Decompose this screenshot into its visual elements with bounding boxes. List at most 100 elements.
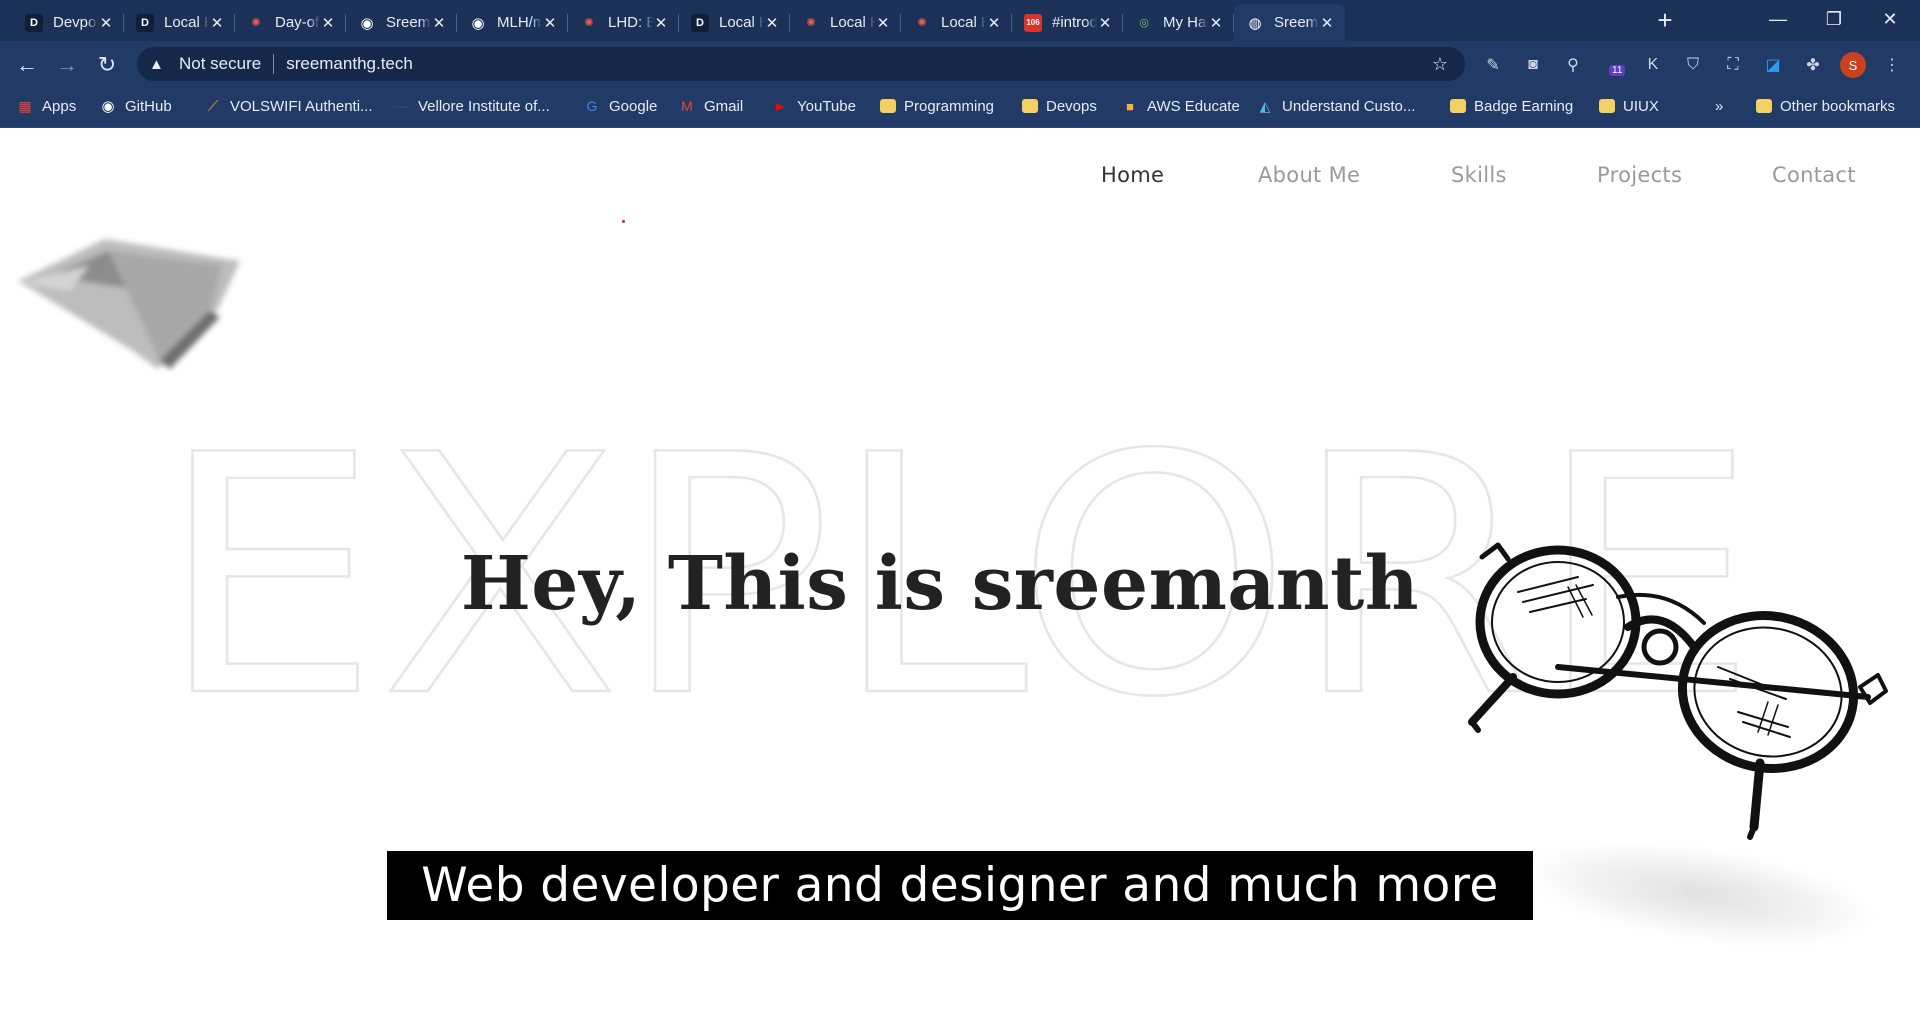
screenshot-extension-icon[interactable]: ⛶ [1721,53,1745,77]
mlh-icon: ✺ [251,17,261,29]
bookmarks-overflow-button[interactable]: » [1715,88,1723,124]
glasses-illustration [1468,542,1888,840]
bookmark-item[interactable]: Programming [880,88,994,124]
bookmark-item[interactable]: ■ AWS Educate [1121,88,1240,124]
bookmark-item[interactable]: ◭ Understand Custo... [1256,88,1416,124]
browser-tab[interactable]: ✺ LHD: Build✕ [568,4,679,41]
bookmark-label: Apps [42,97,77,115]
vit-icon: ― [393,97,409,115]
bookmark-label: VOLSWIFI Authenti... [230,97,373,115]
tab-close-icon[interactable]: ✕ [431,14,447,32]
tab-close-icon[interactable]: ✕ [875,14,891,32]
browser-tab[interactable]: ◉ Sreemanth✕ [346,4,457,41]
browser-tab[interactable]: D Devpost✕ [13,4,124,41]
bookmark-item[interactable]: ▶ YouTube [771,88,856,124]
gmail-icon: M [681,98,693,114]
bookmark-label: Gmail [704,97,744,115]
bookmark-item[interactable]: G Google [583,88,658,124]
close-window-button[interactable]: ✕ [1862,0,1918,41]
bookmark-item[interactable]: ― Vellore Institute of... [392,88,550,124]
github-icon: ◉ [101,98,115,115]
pen-extension-icon[interactable]: ✎ [1481,53,1505,77]
browser-tab[interactable]: ✺ Local Hack✕ [901,4,1012,41]
other-bookmarks[interactable]: Other bookmarks [1756,88,1895,124]
red-dot-decoration [622,220,625,223]
bookmark-item[interactable]: ◉ GitHub [99,88,171,124]
forward-button[interactable]: → [52,50,82,80]
other-bookmarks-label: Other bookmarks [1780,97,1896,115]
browser-tab[interactable]: D Local Hack✕ [679,4,790,41]
bookmark-label: UIUX [1623,97,1659,115]
nav-home[interactable]: Home [1101,163,1164,187]
bookmark-item[interactable]: Devops [1022,88,1097,124]
github-icon: ◉ [471,14,485,32]
back-button[interactable]: ← [12,50,42,80]
omnibox-divider [273,54,275,74]
mlh-icon: ✺ [806,17,816,29]
url-text[interactable]: sreemanthg.tech [286,54,1425,74]
puzzle-extensions-icon[interactable]: ✤ [1801,53,1825,77]
k-extension-icon[interactable]: K [1641,53,1665,77]
minimize-button[interactable]: — [1750,0,1806,41]
bookmark-label: AWS Educate [1147,97,1240,115]
understand-icon: ◭ [1259,97,1271,114]
tab-close-icon[interactable]: ✕ [764,14,780,32]
browser-tab[interactable]: ✺ Local Hack✕ [790,4,901,41]
address-bar[interactable]: ▲ Not secure sreemanthg.tech ☆ [137,47,1465,81]
bookmarks-bar: ▦ Apps ◉ GitHub ⟋ VOLSWIFI Authenti... ― Vellor… [0,88,1920,128]
bookmark-label: Badge Earning [1474,97,1574,115]
reload-button[interactable]: ↻ [92,50,122,80]
tab-close-icon[interactable]: ✕ [98,14,114,32]
tab-close-icon[interactable]: ✕ [1208,14,1224,32]
browser-tab[interactable]: 106 #introductions✕ [1012,4,1123,41]
devpost-icon: D [691,13,709,32]
bookmark-item[interactable]: ▦ Apps [16,88,76,124]
folder-icon [880,99,896,113]
restore-button[interactable]: ❐ [1806,0,1862,41]
tab-title: #introductions [1052,14,1097,31]
bookmark-item[interactable]: M Gmail [678,88,743,124]
tab-close-icon[interactable]: ✕ [653,14,669,32]
tab-close-icon[interactable]: ✕ [1319,14,1335,32]
browser-tab[interactable]: D Local Hack✕ [124,4,235,41]
blue-extension-icon[interactable]: ◪ [1761,53,1785,77]
bookmark-item[interactable]: Badge Earning [1450,88,1573,124]
browser-tab[interactable]: ✺ Day-of Hack✕ [235,4,346,41]
bookmark-label: Google [609,97,658,115]
youtube-icon: ▶ [775,100,785,113]
google-icon: G [586,98,598,114]
bookmark-label: Vellore Institute of... [418,97,550,115]
security-label[interactable]: Not secure [179,54,261,74]
web-page: Home About Me Skills Projects Contact EX… [0,129,1920,1030]
browser-tab[interactable]: ◎ My Hackathons✕ [1123,4,1234,41]
menu-kebab-icon[interactable]: ⋮ [1880,53,1904,77]
devpost-icon: D [136,13,154,32]
tab-title: Local Hack [941,14,986,31]
bookmark-item[interactable]: UIUX [1599,88,1659,124]
bookmark-star-icon[interactable]: ☆ [1425,54,1455,75]
tab-close-icon[interactable]: ✕ [986,14,1002,32]
tab-close-icon[interactable]: ✕ [542,14,558,32]
tab-close-icon[interactable]: ✕ [1097,14,1113,32]
browser-tab[interactable]: ◉ MLH/mlh✕ [457,4,568,41]
nav-projects[interactable]: Projects [1597,163,1682,187]
glasses-shadow [1515,824,1885,964]
bookmark-extension-icon[interactable]: ⛉ [1681,53,1705,77]
folder-icon [1450,99,1466,113]
nav-skills[interactable]: Skills [1451,163,1507,187]
profile-avatar[interactable]: S [1840,52,1866,78]
tab-close-icon[interactable]: ✕ [209,14,225,32]
camera-extension-icon[interactable]: ◙ [1521,53,1545,77]
new-tab-button[interactable]: + [1652,7,1678,34]
browser-tab[interactable]: ◍ Sreemanth✕ [1234,4,1345,41]
bookmark-item[interactable]: ⟋ VOLSWIFI Authenti... [204,88,373,124]
site-nav: Home About Me Skills Projects Contact [0,163,1920,193]
hero-title-text: Hey, This is sreemanth [460,541,1420,627]
nav-about-me[interactable]: About Me [1258,163,1360,187]
tab-close-icon[interactable]: ✕ [320,14,336,32]
dropper-extension-icon[interactable]: ⚲ [1561,53,1585,77]
extension-badge-count: 11 [1609,65,1626,76]
nav-contact[interactable]: Contact [1772,163,1856,187]
warning-icon[interactable]: ▲ [149,56,179,73]
badge-extension-icon[interactable]: 11 [1601,53,1626,77]
